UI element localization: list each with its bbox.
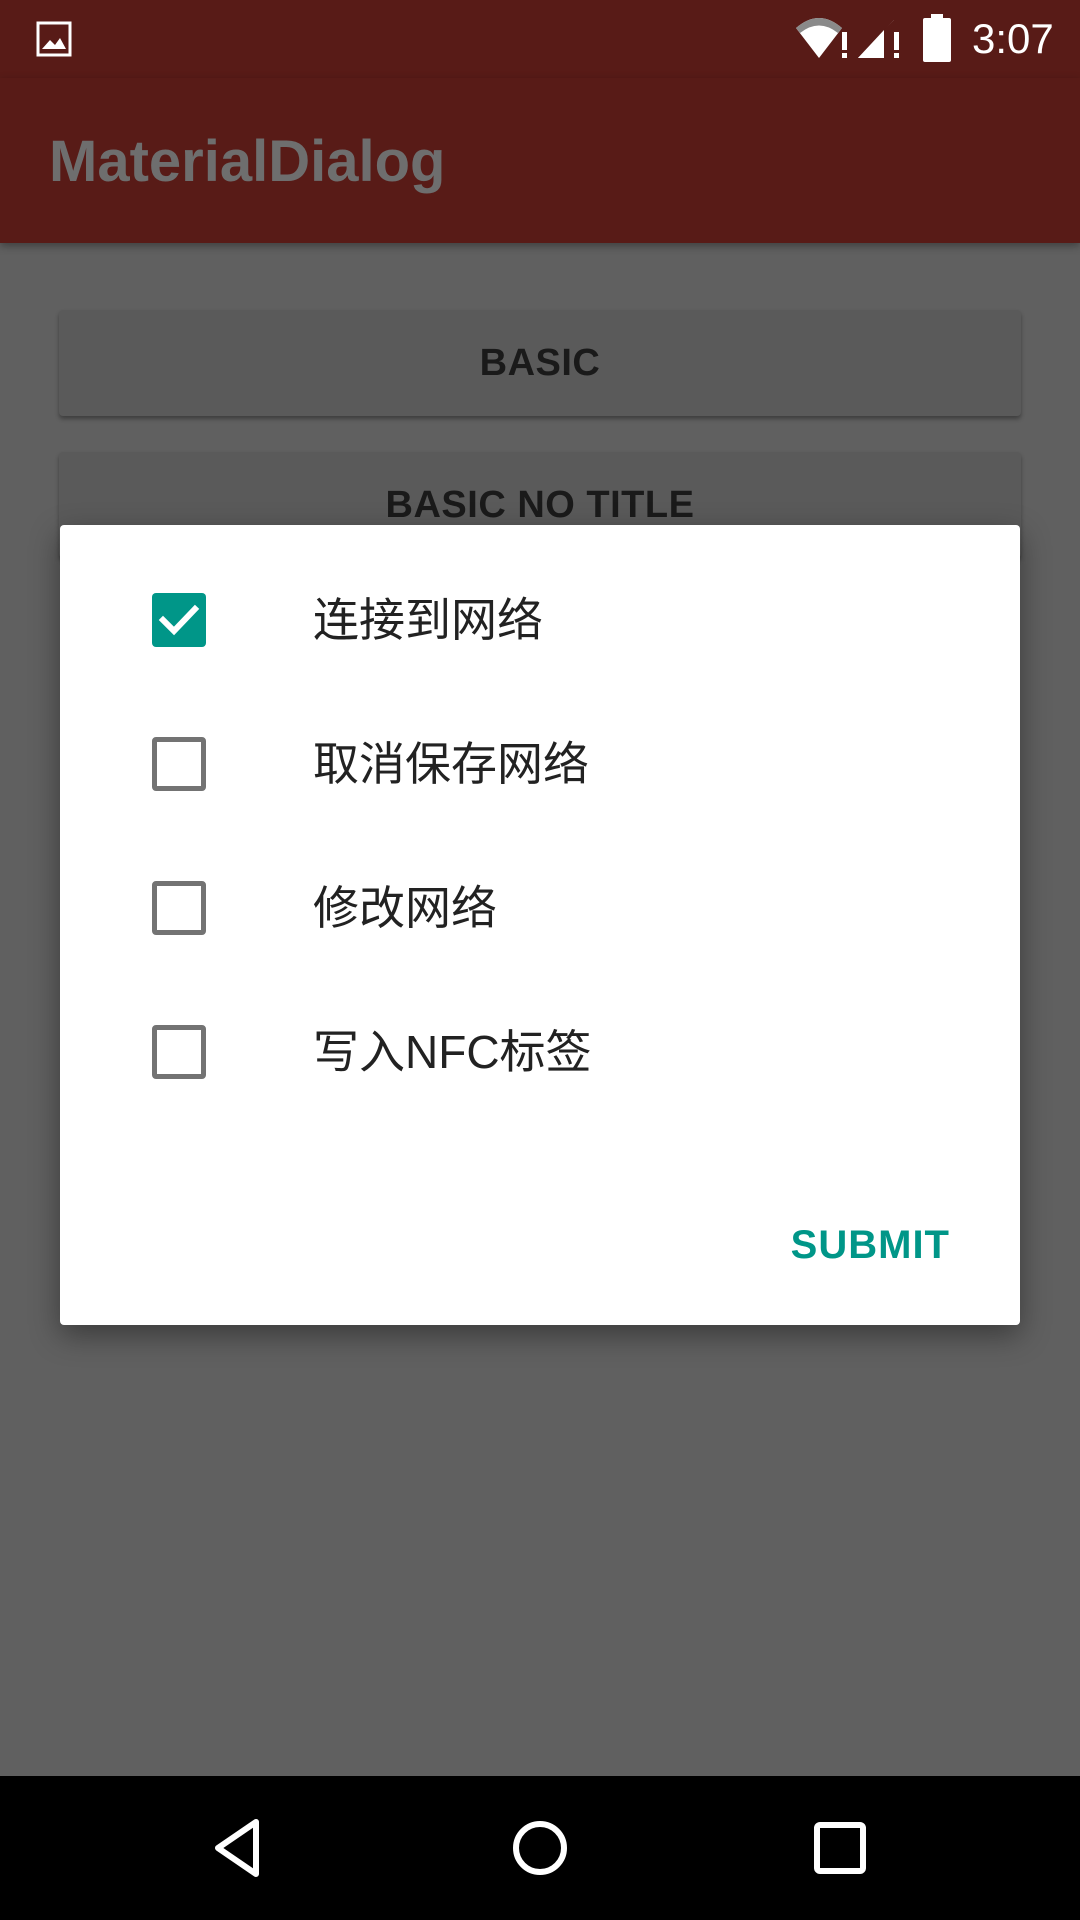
status-time: 3:07 xyxy=(972,15,1054,62)
option-modify-network[interactable]: 修改网络 xyxy=(152,853,952,963)
back-icon[interactable] xyxy=(204,1812,276,1884)
checkbox-unchecked[interactable] xyxy=(152,737,206,791)
screen: 3:07 MaterialDialog BASIC BASIC NO TITLE… xyxy=(0,0,1080,1920)
checkmark-icon xyxy=(158,604,200,636)
navigation-bar xyxy=(0,1776,1080,1920)
home-icon[interactable] xyxy=(504,1812,576,1884)
option-connect-network[interactable]: 连接到网络 xyxy=(152,565,952,675)
app-bar: MaterialDialog xyxy=(0,78,1080,243)
option-label: 连接到网络 xyxy=(313,594,543,646)
signal-icon xyxy=(858,20,899,58)
option-write-nfc-tag[interactable]: 写入NFC标签 xyxy=(152,997,952,1107)
status-bar: 3:07 xyxy=(0,0,1080,78)
battery-icon xyxy=(923,14,951,62)
submit-button[interactable]: SUBMIT xyxy=(791,1210,950,1280)
checkbox-unchecked[interactable] xyxy=(152,881,206,935)
option-label: 写入NFC标签 xyxy=(313,1026,592,1078)
basic-button[interactable]: BASIC xyxy=(59,310,1021,416)
checkbox-checked[interactable] xyxy=(152,593,206,647)
option-label: 取消保存网络 xyxy=(313,738,589,790)
checkbox-unchecked[interactable] xyxy=(152,1025,206,1079)
option-forget-network[interactable]: 取消保存网络 xyxy=(152,709,952,819)
app-title: MaterialDialog xyxy=(49,129,446,194)
multi-choice-dialog: 连接到网络 取消保存网络 修改网络 写入NFC标签 SUBMIT xyxy=(60,525,1020,1325)
wifi-icon xyxy=(796,18,847,58)
gallery-icon xyxy=(36,21,72,57)
option-label: 修改网络 xyxy=(313,882,497,934)
recents-icon[interactable] xyxy=(804,1812,876,1884)
